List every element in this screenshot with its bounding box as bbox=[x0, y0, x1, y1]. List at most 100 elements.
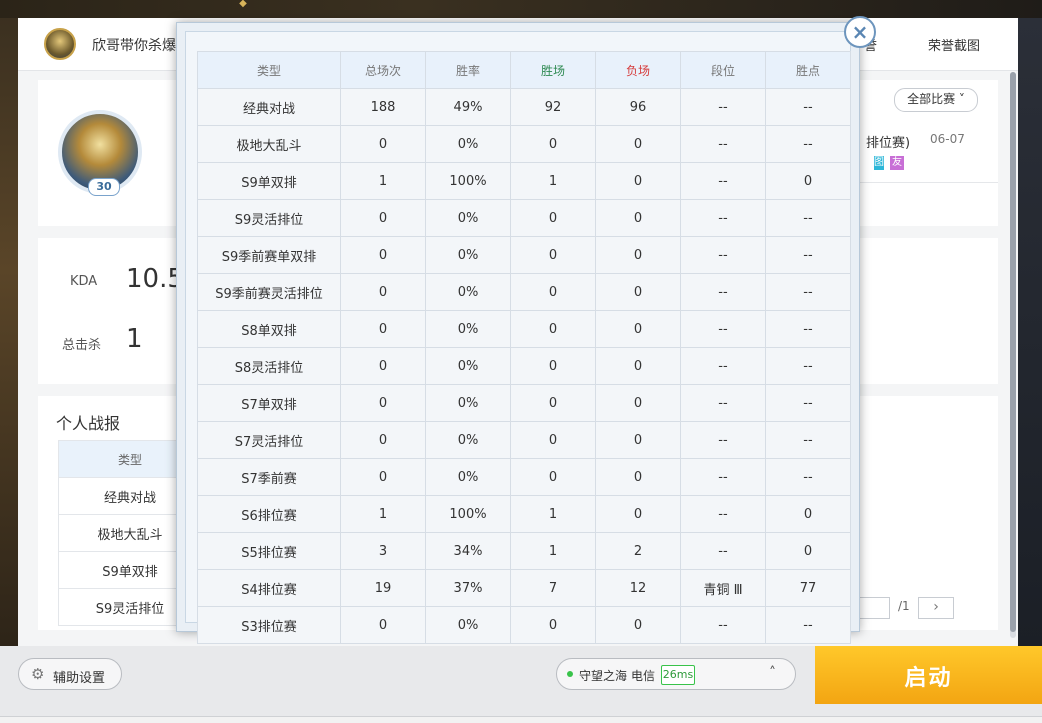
kills-label: 总击杀 bbox=[62, 338, 102, 353]
cell-total: 188 bbox=[340, 88, 426, 126]
cell-wins: 0 bbox=[510, 125, 596, 163]
cell-winrate: 0% bbox=[425, 125, 511, 163]
match-title[interactable]: 排位赛) bbox=[866, 132, 910, 151]
table-row: S8单双排 0 0% 0 0 -- -- bbox=[197, 310, 851, 348]
cell-losses: 12 bbox=[595, 569, 681, 607]
close-button[interactable]: × bbox=[844, 16, 876, 48]
cell-rank: -- bbox=[680, 125, 766, 163]
cell-losses: 2 bbox=[595, 532, 681, 570]
cell-total: 0 bbox=[340, 236, 426, 274]
cell-rank: -- bbox=[680, 236, 766, 274]
table-row: S9灵活排位 0 0% 0 0 -- -- bbox=[197, 199, 851, 237]
header-avatar[interactable] bbox=[44, 28, 76, 60]
cell-rank: -- bbox=[680, 421, 766, 459]
status-dot-icon bbox=[567, 671, 573, 677]
cell-total: 0 bbox=[340, 606, 426, 644]
cell-type: S9季前赛灵活排位 bbox=[197, 273, 341, 311]
cell-wins: 92 bbox=[510, 88, 596, 126]
cell-lp: -- bbox=[765, 458, 851, 496]
launch-label: 启动 bbox=[904, 666, 953, 691]
gear-icon: ⚙ bbox=[31, 665, 45, 683]
next-page-button[interactable]: › bbox=[918, 597, 954, 619]
cell-rank: -- bbox=[680, 606, 766, 644]
divider bbox=[858, 182, 998, 183]
cell-wins: 1 bbox=[510, 162, 596, 200]
cell-losses: 0 bbox=[595, 421, 681, 459]
cell-type: S5排位赛 bbox=[197, 532, 341, 570]
chevron-down-icon: ˅ bbox=[958, 92, 965, 106]
cell-losses: 0 bbox=[595, 125, 681, 163]
cell-wins: 0 bbox=[510, 236, 596, 274]
cell-wins: 1 bbox=[510, 532, 596, 570]
table-row: S5排位赛 3 34% 1 2 -- 0 bbox=[197, 532, 851, 570]
cell-rank: -- bbox=[680, 495, 766, 533]
cell-wins: 0 bbox=[510, 347, 596, 385]
match-filter-dropdown[interactable]: 全部比赛 ˅ bbox=[894, 88, 978, 112]
col-header-winrate: 胜率 bbox=[425, 51, 511, 89]
cell-losses: 0 bbox=[595, 162, 681, 200]
cell-total: 0 bbox=[340, 273, 426, 311]
cell-winrate: 0% bbox=[425, 384, 511, 422]
ping-badge: 26ms bbox=[661, 665, 695, 685]
col-header-type: 类型 bbox=[197, 51, 341, 89]
stats-header-row: 类型 总场次 胜率 胜场 负场 段位 胜点 bbox=[197, 51, 851, 89]
col-header-total: 总场次 bbox=[340, 51, 426, 89]
cell-type: S9单双排 bbox=[197, 162, 341, 200]
cell-type: S9季前赛单双排 bbox=[197, 236, 341, 274]
match-tag: 图 bbox=[874, 156, 884, 170]
background-left bbox=[0, 18, 18, 648]
scrollbar[interactable] bbox=[1010, 72, 1016, 638]
background-top: ◆ bbox=[0, 0, 1042, 18]
cell-winrate: 34% bbox=[425, 532, 511, 570]
background-right bbox=[1016, 18, 1042, 648]
cell-total: 0 bbox=[340, 347, 426, 385]
cell-losses: 0 bbox=[595, 236, 681, 274]
server-selector[interactable]: 守望之海 电信 26ms ˄ bbox=[556, 658, 796, 690]
cell-winrate: 0% bbox=[425, 458, 511, 496]
cell-winrate: 0% bbox=[425, 273, 511, 311]
cell-losses: 0 bbox=[595, 347, 681, 385]
cell-losses: 96 bbox=[595, 88, 681, 126]
cell-lp: -- bbox=[765, 421, 851, 459]
cell-lp: -- bbox=[765, 88, 851, 126]
cell-losses: 0 bbox=[595, 606, 681, 644]
cell-type: S4排位赛 bbox=[197, 569, 341, 607]
kda-label: KDA bbox=[70, 274, 98, 289]
cell-lp: -- bbox=[765, 273, 851, 311]
scrollbar-thumb[interactable] bbox=[1010, 72, 1016, 632]
cell-winrate: 100% bbox=[425, 495, 511, 533]
cell-losses: 0 bbox=[595, 495, 681, 533]
page-input[interactable] bbox=[858, 597, 890, 619]
cell-winrate: 0% bbox=[425, 236, 511, 274]
filter-label: 全部比赛 bbox=[907, 92, 956, 106]
cell-type: S7灵活排位 bbox=[197, 421, 341, 459]
tab-honor-screenshot[interactable]: 荣誉截图 bbox=[928, 35, 980, 54]
cell-lp: -- bbox=[765, 236, 851, 274]
cell-winrate: 0% bbox=[425, 347, 511, 385]
col-header-lp: 胜点 bbox=[765, 51, 851, 89]
cell-total: 0 bbox=[340, 421, 426, 459]
cell-total: 0 bbox=[340, 310, 426, 348]
level-badge: 30 bbox=[88, 178, 120, 196]
cell-total: 0 bbox=[340, 125, 426, 163]
cell-winrate: 100% bbox=[425, 162, 511, 200]
cell-winrate: 0% bbox=[425, 421, 511, 459]
cell-lp: 0 bbox=[765, 532, 851, 570]
assist-settings-button[interactable]: ⚙ 辅助设置 bbox=[18, 658, 122, 690]
table-row: S7单双排 0 0% 0 0 -- -- bbox=[197, 384, 851, 422]
cell-wins: 1 bbox=[510, 495, 596, 533]
cell-rank: -- bbox=[680, 384, 766, 422]
cell-rank: -- bbox=[680, 199, 766, 237]
launch-button[interactable]: 启动 bbox=[815, 646, 1042, 704]
cell-winrate: 0% bbox=[425, 606, 511, 644]
table-row: S6排位赛 1 100% 1 0 -- 0 bbox=[197, 495, 851, 533]
cell-losses: 0 bbox=[595, 273, 681, 311]
cell-winrate: 0% bbox=[425, 199, 511, 237]
cell-lp: 0 bbox=[765, 162, 851, 200]
cell-wins: 0 bbox=[510, 310, 596, 348]
server-isp: 电信 bbox=[631, 669, 656, 683]
table-row: 极地大乱斗 0 0% 0 0 -- -- bbox=[197, 125, 851, 163]
cell-total: 0 bbox=[340, 458, 426, 496]
table-row: S9单双排 1 100% 1 0 -- 0 bbox=[197, 162, 851, 200]
cell-type: S8单双排 bbox=[197, 310, 341, 348]
